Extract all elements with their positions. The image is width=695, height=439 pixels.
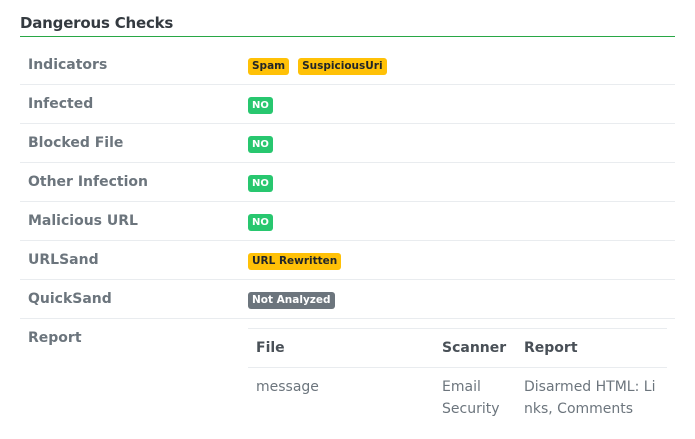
row-other-infection: Other Infection NO	[20, 163, 675, 202]
checks-table: Indicators Spam SuspiciousUri Infected N…	[20, 46, 675, 439]
status-badge: NO	[248, 214, 273, 231]
indicator-badge-spam: Spam	[248, 58, 290, 75]
row-label: Infected	[28, 96, 94, 112]
cell-scanner: Email Security	[442, 379, 500, 417]
row-value: Spam SuspiciousUri	[248, 58, 387, 75]
row-infected: Infected NO	[20, 85, 675, 124]
section-title: Dangerous Checks	[20, 14, 174, 32]
status-badge: Not Analyzed	[248, 292, 335, 309]
row-urlsand: URLSand URL Rewritten	[20, 241, 675, 280]
cell-report: Disarmed HTML: Links, Comments	[524, 379, 656, 417]
row-label: Other Infection	[28, 174, 148, 190]
row-blocked-file: Blocked File NO	[20, 124, 675, 163]
title-divider	[20, 36, 675, 37]
column-header-scanner: Scanner	[442, 340, 507, 356]
row-value: NO	[248, 214, 273, 231]
row-label: Indicators	[28, 57, 108, 73]
row-label: Report	[28, 330, 82, 346]
row-label: QuickSand	[28, 291, 112, 307]
column-header-report: Report	[524, 340, 578, 356]
row-value: Not Analyzed	[248, 292, 335, 309]
row-label: Malicious URL	[28, 213, 138, 229]
cell-file: message	[256, 379, 319, 395]
row-report: Report File Scanner Report message Email…	[20, 319, 675, 439]
status-badge: URL Rewritten	[248, 253, 342, 270]
column-header-file: File	[256, 340, 285, 356]
row-indicators: Indicators Spam SuspiciousUri	[20, 46, 675, 85]
table-row: message Email Security Disarmed HTML: Li…	[248, 368, 667, 430]
row-quicksand: QuickSand Not Analyzed	[20, 280, 675, 319]
row-value: NO	[248, 136, 273, 153]
row-label: Blocked File	[28, 135, 124, 151]
indicator-badge-suspicious-uri: SuspiciousUri	[298, 58, 387, 75]
row-malicious-url: Malicious URL NO	[20, 202, 675, 241]
row-value: NO	[248, 97, 273, 114]
report-table: File Scanner Report message Email Securi…	[248, 328, 667, 430]
status-badge: NO	[248, 97, 273, 114]
status-badge: NO	[248, 136, 273, 153]
row-value: URL Rewritten	[248, 253, 342, 270]
report-table-header: File Scanner Report	[248, 329, 667, 368]
row-label: URLSand	[28, 252, 99, 268]
row-value: NO	[248, 175, 273, 192]
status-badge: NO	[248, 175, 273, 192]
